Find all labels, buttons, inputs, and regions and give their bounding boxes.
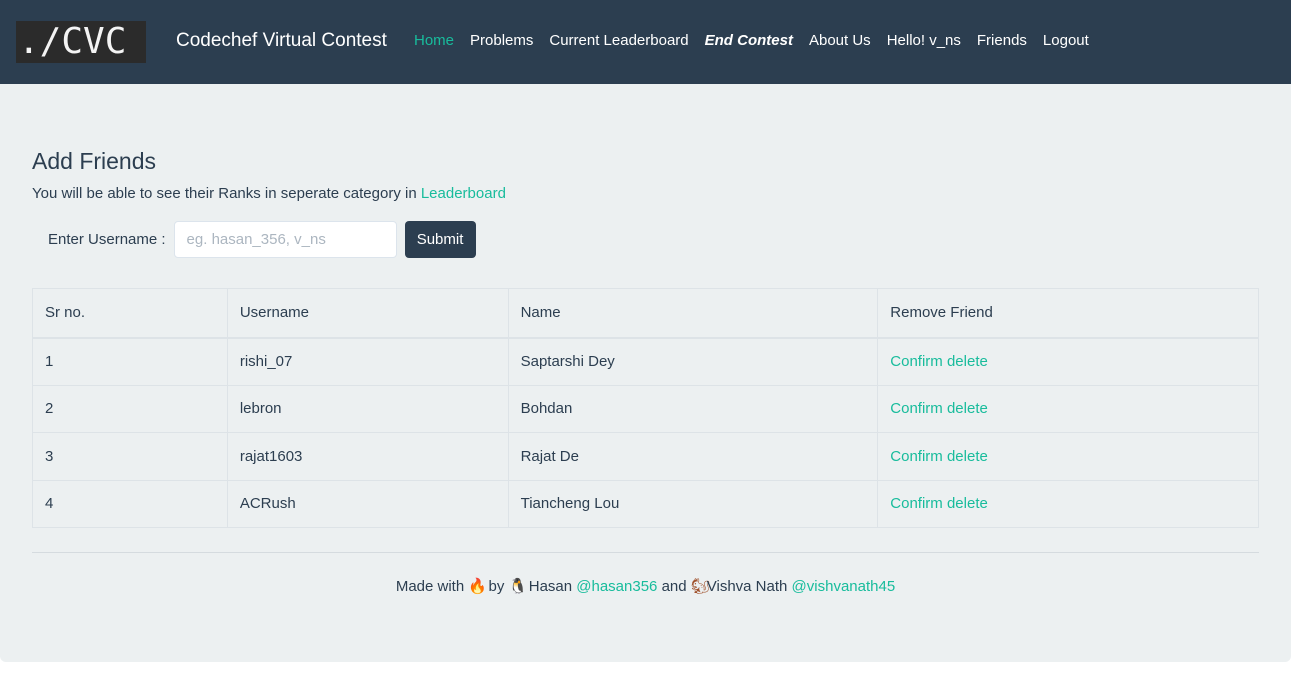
cell-action: Confirm delete — [877, 337, 1259, 386]
page-title: Add Friends — [32, 148, 157, 174]
cell-sr: 1 — [32, 337, 228, 386]
header-remove-friend: Remove Friend — [877, 288, 1259, 339]
nav-end-contest[interactable]: End Contest — [697, 28, 801, 54]
cell-name: Tiancheng Lou — [507, 479, 879, 528]
username-input[interactable] — [173, 221, 397, 258]
cell-action: Confirm delete — [877, 432, 1259, 481]
penguin-icon: 🐧 — [508, 578, 528, 595]
cell-sr: 4 — [32, 479, 228, 528]
footer-by: by — [488, 578, 505, 595]
submit-button[interactable]: Submit — [404, 221, 476, 258]
cell-name: Saptarshi Dey — [507, 337, 879, 386]
footer-author2-name: Vishva Nath — [706, 578, 788, 595]
table-header-row: Sr no. Username Name Remove Friend — [32, 288, 1259, 339]
leaderboard-link[interactable]: Leaderboard — [421, 185, 506, 202]
footer-author1-name: Hasan — [528, 578, 573, 595]
brand-link[interactable]: Codechef Virtual Contest — [176, 29, 387, 53]
top-navbar: ./CVC Codechef Virtual Contest Home Prob… — [0, 0, 1291, 84]
footer-divider — [32, 552, 1259, 553]
footer-and: and — [661, 578, 687, 595]
footer: Made with 🔥 by 🐧 Hasan @hasan356 and 🐿Vi… — [0, 577, 1291, 597]
nav-home[interactable]: Home — [406, 28, 462, 54]
cell-name: Rajat De — [507, 432, 879, 481]
cell-sr: 2 — [32, 384, 228, 433]
table-row: 3 rajat1603 Rajat De Confirm delete — [32, 432, 1259, 481]
author2-handle-link[interactable]: @vishvanath45 — [792, 578, 896, 595]
site-logo[interactable]: ./CVC — [16, 21, 146, 63]
header-sr-no: Sr no. — [32, 288, 228, 339]
nav-current-leaderboard[interactable]: Current Leaderboard — [541, 28, 696, 54]
cell-action: Confirm delete — [877, 479, 1259, 528]
main-nav: Home Problems Current Leaderboard End Co… — [406, 28, 1097, 54]
add-friend-form: Enter Username : Submit — [48, 221, 476, 258]
nav-friends[interactable]: Friends — [969, 28, 1035, 54]
table-row: 4 ACRush Tiancheng Lou Confirm delete — [32, 479, 1259, 528]
cell-username: ACRush — [226, 479, 509, 528]
cell-name: Bohdan — [507, 384, 879, 433]
cell-action: Confirm delete — [877, 384, 1259, 433]
cell-username: lebron — [226, 384, 509, 433]
nav-logout[interactable]: Logout — [1035, 28, 1097, 54]
squirrel-icon: 🐿 — [690, 578, 710, 595]
cell-username: rishi_07 — [226, 337, 509, 386]
confirm-delete-link[interactable]: Confirm delete — [890, 448, 988, 465]
table-row: 2 lebron Bohdan Confirm delete — [32, 384, 1259, 433]
subtitle-text: You will be able to see their Ranks in s… — [32, 185, 421, 202]
main-content: Add Friends You will be able to see thei… — [0, 84, 1291, 662]
confirm-delete-link[interactable]: Confirm delete — [890, 400, 988, 417]
nav-user-greeting[interactable]: Hello! v_ns — [879, 28, 969, 54]
confirm-delete-link[interactable]: Confirm delete — [890, 495, 988, 512]
nav-problems[interactable]: Problems — [462, 28, 541, 54]
cell-username: rajat1603 — [226, 432, 509, 481]
nav-about-us[interactable]: About Us — [801, 28, 879, 54]
cell-sr: 3 — [32, 432, 228, 481]
footer-made-with: Made with — [395, 578, 465, 595]
username-label: Enter Username : — [48, 231, 166, 248]
friends-table: Sr no. Username Name Remove Friend 1 ris… — [32, 288, 1259, 528]
page-subtitle: You will be able to see their Ranks in s… — [32, 184, 506, 204]
fire-icon: 🔥 — [468, 578, 488, 595]
header-name: Name — [507, 288, 879, 339]
confirm-delete-link[interactable]: Confirm delete — [890, 353, 988, 370]
header-username: Username — [226, 288, 509, 339]
table-row: 1 rishi_07 Saptarshi Dey Confirm delete — [32, 337, 1259, 386]
author1-handle-link[interactable]: @hasan356 — [576, 578, 657, 595]
